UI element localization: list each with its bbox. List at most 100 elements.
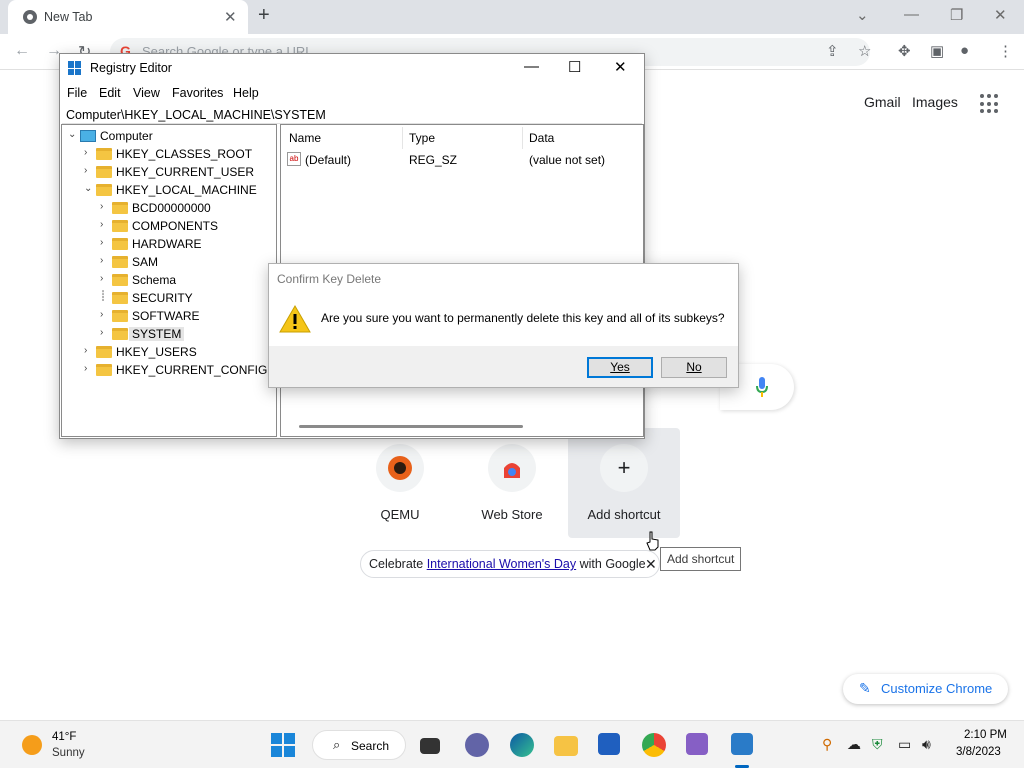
microphone-icon[interactable] [755,376,769,398]
menu-file[interactable]: File [67,86,87,100]
file-explorer-icon[interactable] [554,736,578,756]
profile-avatar-icon[interactable]: ● [960,42,969,59]
onedrive-cloud-icon[interactable]: ☁ [847,736,861,753]
chevron-right-icon[interactable]: › [84,147,94,158]
promo-link[interactable]: International Women's Day [427,557,576,571]
folder-icon [112,292,128,304]
chevron-right-icon[interactable]: › [100,273,110,284]
start-button[interactable] [271,733,295,757]
chevron-right-icon[interactable]: › [84,363,94,374]
value-data: (value not set) [529,153,606,167]
no-label: No [686,360,702,374]
minimize-icon[interactable]: — [524,58,539,75]
clock-date[interactable]: 3/8/2023 [956,746,1001,758]
tray-app-icon[interactable]: ⚲ [822,736,832,753]
search-icon: ⌕ [333,737,341,752]
google-apps-icon[interactable] [980,94,1000,114]
computer-icon [80,130,96,142]
folder-icon [112,238,128,250]
value-type: REG_SZ [409,153,458,167]
chevron-right-icon[interactable]: › [84,165,94,176]
tab-search-chevron-icon[interactable]: ⌄ [856,6,869,24]
menu-edit[interactable]: Edit [99,86,121,100]
chrome-favicon-icon [23,10,37,24]
dialog-titlebar[interactable]: Confirm Key Delete [269,264,738,292]
chevron-down-icon[interactable]: ⌄ [84,183,94,194]
chrome-icon[interactable] [642,733,666,757]
registry-editor-titlebar[interactable]: Registry Editor — ☐ ✕ [60,54,644,82]
address-bar[interactable]: Computer\HKEY_LOCAL_MACHINE\SYSTEM [62,106,642,124]
shortcut-web-store[interactable]: Web Store [456,428,568,538]
confirm-key-delete-dialog: Confirm Key Delete Are you sure you want… [268,263,739,388]
teams-chat-icon[interactable] [465,733,489,757]
chevron-down-icon[interactable]: ⌄ [68,129,78,140]
chevron-right-icon[interactable]: › [100,219,110,230]
shortcut-add[interactable]: + Add shortcut [568,428,680,538]
weather-temperature[interactable]: 41°F [52,731,76,743]
tree-node-label: COMPONENTS [132,219,219,233]
registry-editor-taskbar-icon[interactable] [731,733,753,755]
edge-icon[interactable] [510,733,534,757]
tree-node-label: SOFTWARE [132,309,200,323]
column-header-data[interactable]: Data [529,131,554,145]
address-text: Computer\HKEY_LOCAL_MACHINE\SYSTEM [66,108,326,122]
folder-icon [112,220,128,232]
column-header-type[interactable]: Type [409,131,435,145]
tree-node-label: Computer [100,129,153,143]
column-divider[interactable] [402,127,403,149]
side-panel-icon[interactable]: ▣ [930,42,944,60]
restore-icon[interactable]: ❐ [950,6,963,24]
column-header-name[interactable]: Name [289,131,321,145]
chevron-right-icon[interactable]: › [100,201,110,212]
weather-condition[interactable]: Sunny [52,747,85,759]
taskbar-search[interactable]: ⌕ Search [312,730,406,760]
new-tab-button[interactable]: + [258,4,270,27]
chevron-right-icon[interactable]: › [100,327,110,338]
images-link[interactable]: Images [912,94,958,110]
minimize-icon[interactable]: — [904,6,919,23]
horizontal-scrollbar[interactable] [299,425,523,428]
customize-chrome-label: Customize Chrome [881,681,993,696]
yes-button[interactable]: Yes [587,357,653,378]
volume-icon[interactable]: 🔊︎ [922,736,931,753]
promo-close-icon[interactable]: ✕ [645,556,657,573]
tab-close-icon[interactable]: ✕ [224,8,237,26]
task-view-icon[interactable] [420,738,440,754]
tab-new-tab[interactable]: New Tab ✕ [8,0,248,34]
column-divider[interactable] [522,127,523,149]
menu-view[interactable]: View [133,86,160,100]
visual-studio-icon[interactable] [686,733,708,755]
shortcut-qemu[interactable]: QEMU [344,428,456,538]
sun-icon[interactable] [22,735,42,755]
qemu-icon [376,444,424,492]
folder-icon [112,310,128,322]
clock-time[interactable]: 2:10 PM [964,729,1007,741]
extensions-puzzle-icon[interactable]: ✥ [898,42,911,60]
chevron-right-icon[interactable]: › [100,309,110,320]
defender-shield-icon[interactable]: ⛨ [872,736,883,753]
chrome-menu-icon[interactable]: ⋮ [998,42,1013,60]
gmail-link[interactable]: Gmail [864,94,901,110]
shortcut-label: Add shortcut [587,507,661,522]
close-window-icon[interactable]: ✕ [994,6,1007,24]
share-icon[interactable]: ⇪ [826,42,839,60]
close-icon[interactable]: ✕ [614,58,627,76]
customize-chrome-button[interactable]: ✎ Customize Chrome [843,674,1008,704]
no-button[interactable]: No [661,357,727,378]
chevron-right-icon[interactable]: › [84,345,94,356]
menu-help[interactable]: Help [233,86,259,100]
bookmark-star-icon[interactable]: ☆ [858,42,871,60]
tab-title: New Tab [44,10,93,24]
folder-icon [96,346,112,358]
back-arrow-icon[interactable]: ← [14,42,30,60]
maximize-icon[interactable]: ☐ [568,58,581,76]
tree-line-icon: ┊ [100,291,107,302]
web-store-icon [488,444,536,492]
window-title: Registry Editor [90,61,172,75]
menu-favorites[interactable]: Favorites [172,86,223,100]
network-icon[interactable]: ▭ [898,736,911,753]
chevron-right-icon[interactable]: › [100,237,110,248]
chevron-right-icon[interactable]: › [100,255,110,266]
microsoft-store-icon[interactable] [598,733,620,755]
value-name[interactable]: (Default) [305,153,351,167]
